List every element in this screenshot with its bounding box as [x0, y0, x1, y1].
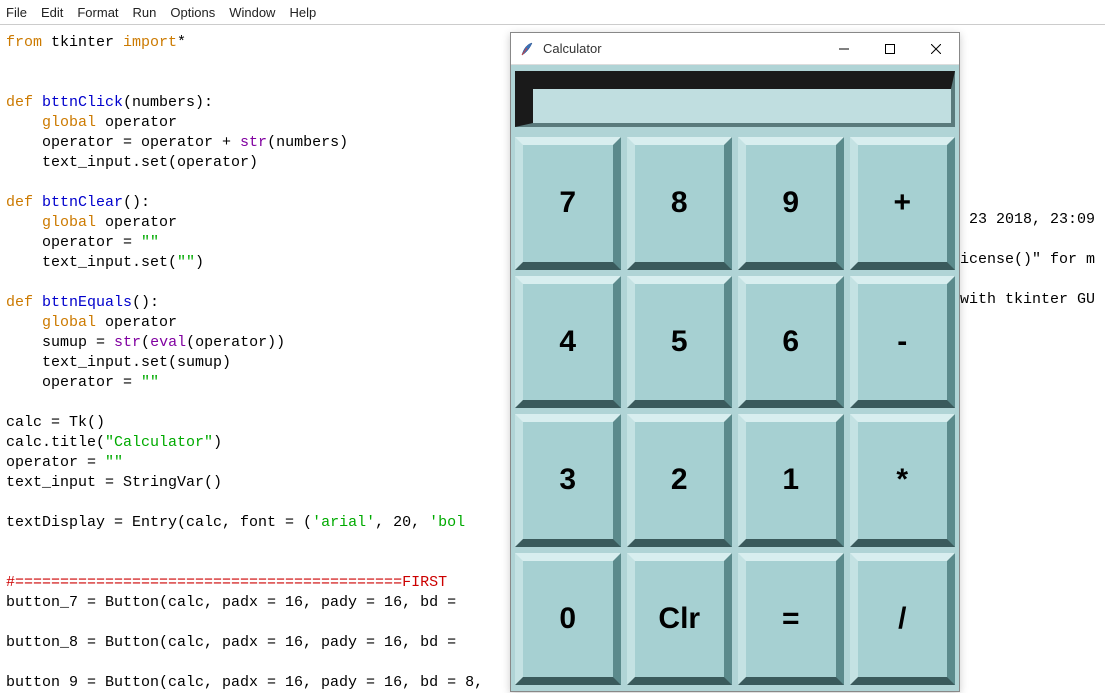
code-token: operator [96, 114, 177, 131]
calculator-title: Calculator [543, 41, 821, 56]
code-token: "" [105, 454, 123, 471]
code-token: 'bol [429, 514, 465, 531]
code-token: "" [141, 374, 159, 391]
calc-button-0[interactable]: 0 [515, 553, 621, 686]
code-token: tkinter [42, 34, 123, 51]
calc-button-9[interactable]: 9 [738, 137, 844, 270]
calc-button-equals[interactable]: = [738, 553, 844, 686]
tk-feather-icon [519, 41, 535, 57]
code-token: button_7 = Button(calc, padx = 16, pady … [6, 594, 465, 611]
code-token: calc.title( [6, 434, 105, 451]
code-token: "" [141, 234, 159, 251]
code-token: (numbers) [267, 134, 348, 151]
console-line: 23 2018, 23:09 [960, 211, 1095, 228]
code-token: textDisplay = Entry(calc, font = ( [6, 514, 312, 531]
calculator-display[interactable] [515, 71, 955, 127]
code-token: operator [96, 314, 177, 331]
code-token: text_input.set( [6, 254, 177, 271]
menu-window[interactable]: Window [229, 5, 275, 20]
menu-file[interactable]: File [6, 5, 27, 20]
console-line: icense()" for m [960, 251, 1095, 268]
code-token: text_input.set(operator) [6, 154, 258, 171]
code-token: button 9 = Button(calc, padx = 16, pady … [6, 674, 492, 691]
close-button[interactable] [913, 33, 959, 65]
calc-button-minus[interactable]: - [850, 276, 956, 409]
calculator-keypad: 7 8 9 + 4 5 6 - 3 2 1 * 0 Clr = / [511, 131, 959, 691]
calc-button-multiply[interactable]: * [850, 414, 956, 547]
code-token: (): [132, 294, 159, 311]
code-token: (numbers): [123, 94, 213, 111]
code-token: "" [177, 254, 195, 271]
code-token: calc = Tk() [6, 414, 105, 431]
code-token: ) [213, 434, 222, 451]
code-token: def [6, 294, 33, 311]
calc-button-2[interactable]: 2 [627, 414, 733, 547]
calculator-body: 7 8 9 + 4 5 6 - 3 2 1 * 0 Clr = / [511, 65, 959, 691]
code-token: str [114, 334, 141, 351]
code-token: bttnClear [33, 194, 123, 211]
code-token: def [6, 194, 33, 211]
calculator-titlebar[interactable]: Calculator [511, 33, 959, 65]
code-token: operator = [6, 374, 141, 391]
code-token: text_input.set(sumup) [6, 354, 231, 371]
code-token: #=======================================… [6, 574, 447, 591]
calc-button-3[interactable]: 3 [515, 414, 621, 547]
background-console-text: 23 2018, 23:09 icense()" for m with tkin… [960, 200, 1105, 320]
minimize-button[interactable] [821, 33, 867, 65]
code-token: button_8 = Button(calc, padx = 16, pady … [6, 634, 465, 651]
calculator-window: Calculator 7 8 9 + 4 5 6 - 3 2 [510, 32, 960, 692]
code-token: global [6, 114, 96, 131]
code-token: bttnClick [33, 94, 123, 111]
code-token: sumup = [6, 334, 114, 351]
code-token: operator = [6, 234, 141, 251]
calc-button-divide[interactable]: / [850, 553, 956, 686]
menu-edit[interactable]: Edit [41, 5, 63, 20]
code-token: str [240, 134, 267, 151]
calc-button-8[interactable]: 8 [627, 137, 733, 270]
code-token: ) [195, 254, 204, 271]
code-token: "Calculator" [105, 434, 213, 451]
code-token: eval [150, 334, 186, 351]
maximize-button[interactable] [867, 33, 913, 65]
calc-button-4[interactable]: 4 [515, 276, 621, 409]
code-token: (): [123, 194, 150, 211]
code-token: bttnEquals [33, 294, 132, 311]
calc-button-clear[interactable]: Clr [627, 553, 733, 686]
calc-button-7[interactable]: 7 [515, 137, 621, 270]
code-token: operator = [6, 454, 105, 471]
code-token: global [6, 314, 96, 331]
menu-bar: File Edit Format Run Options Window Help [0, 0, 1105, 25]
calc-button-plus[interactable]: + [850, 137, 956, 270]
calc-button-5[interactable]: 5 [627, 276, 733, 409]
code-token: import [123, 34, 177, 51]
code-token: operator [96, 214, 177, 231]
menu-help[interactable]: Help [289, 5, 316, 20]
code-token: , 20, [375, 514, 429, 531]
code-token: * [177, 34, 186, 51]
code-token: operator = operator + [6, 134, 240, 151]
calc-button-6[interactable]: 6 [738, 276, 844, 409]
menu-options[interactable]: Options [170, 5, 215, 20]
console-line: with tkinter GU [960, 291, 1095, 308]
code-token: global [6, 214, 96, 231]
menu-format[interactable]: Format [77, 5, 118, 20]
code-token: def [6, 94, 33, 111]
code-token: ( [141, 334, 150, 351]
menu-run[interactable]: Run [133, 5, 157, 20]
code-token: (operator)) [186, 334, 285, 351]
code-token: text_input = StringVar() [6, 474, 222, 491]
code-token: from [6, 34, 42, 51]
calc-button-1[interactable]: 1 [738, 414, 844, 547]
code-token: 'arial' [312, 514, 375, 531]
